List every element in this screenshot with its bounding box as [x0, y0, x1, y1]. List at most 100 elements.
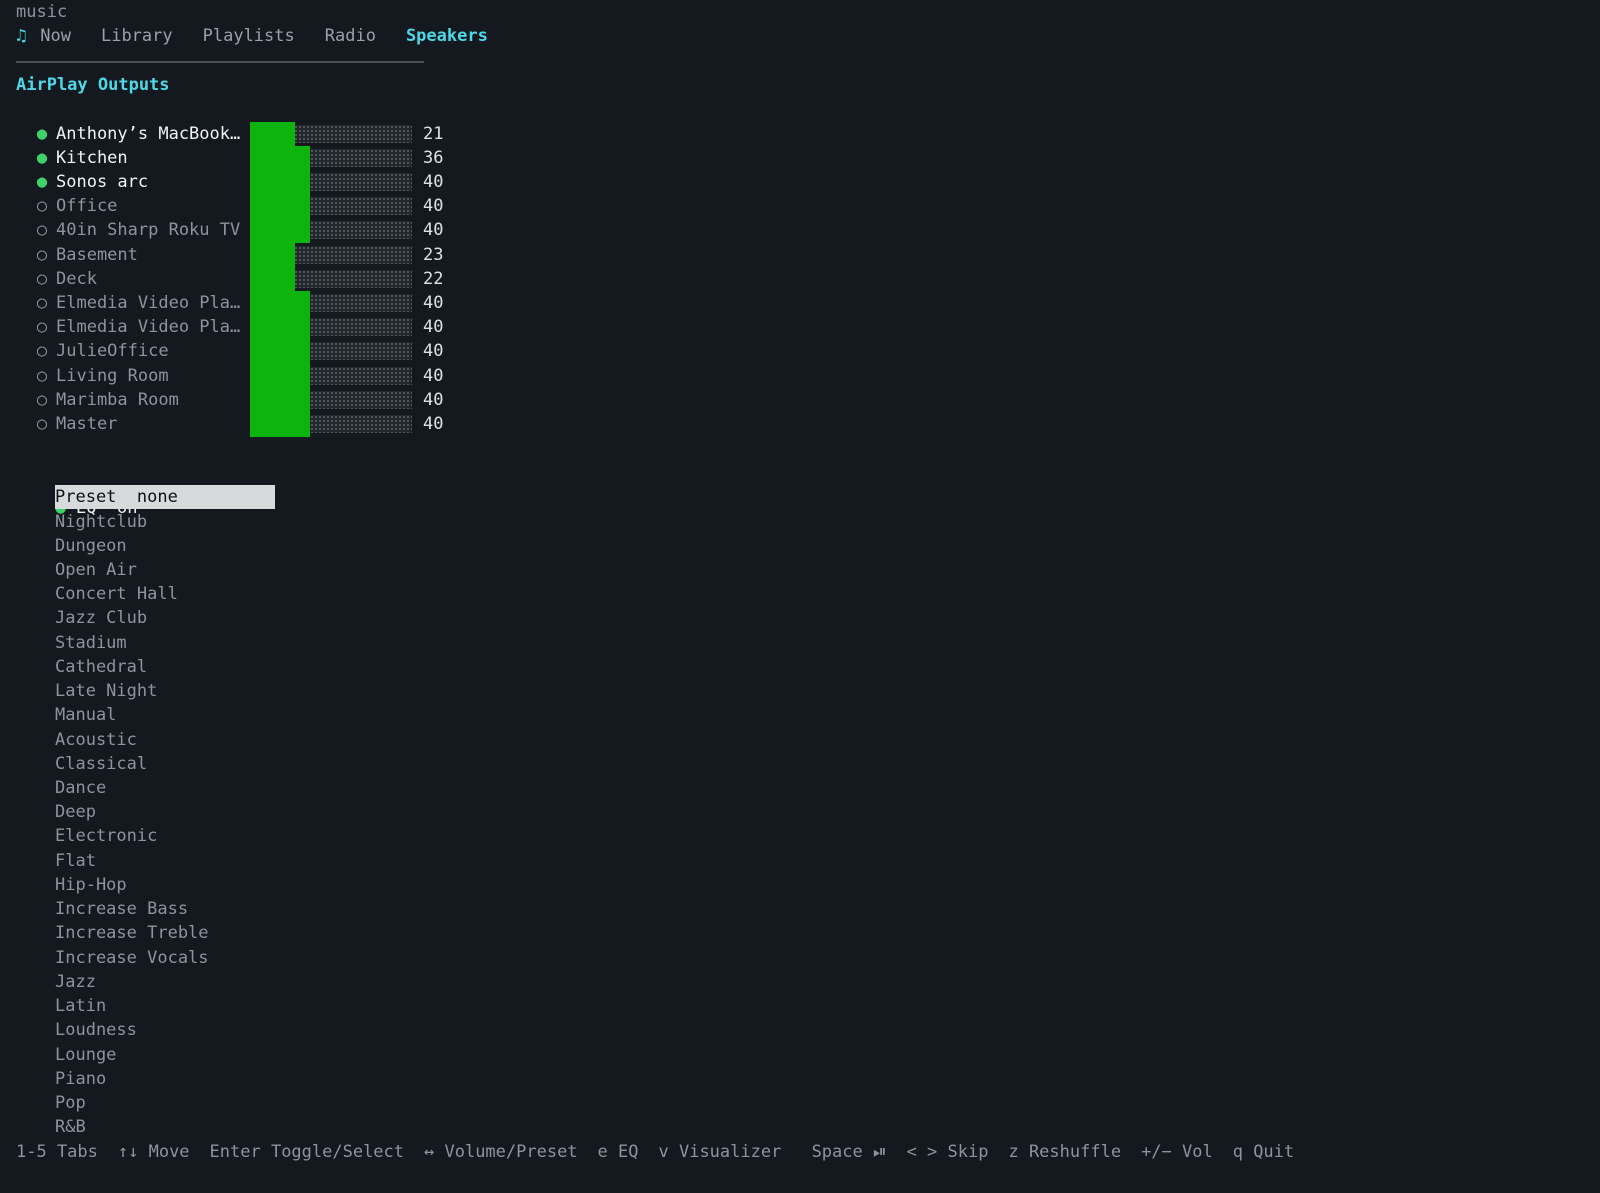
volume-fill	[250, 218, 311, 243]
volume-slider[interactable]	[250, 387, 412, 413]
volume-value: 23	[423, 244, 444, 265]
volume-slider[interactable]	[250, 169, 412, 195]
keybinding-hint: ↑↓ Move	[117, 1142, 190, 1162]
volume-value: 40	[423, 365, 444, 386]
tab-speakers[interactable]: Speakers	[406, 24, 488, 48]
eq-preset-item[interactable]: Late Night	[55, 679, 157, 703]
device-disabled-circle-icon[interactable]: ○	[35, 194, 49, 218]
volume-fill	[250, 194, 311, 219]
eq-preset-item[interactable]: Open Air	[55, 558, 137, 582]
keybinding-hint: v Visualizer	[658, 1142, 792, 1162]
volume-fill	[250, 266, 296, 292]
eq-preset-item[interactable]: Nightclub	[55, 510, 147, 534]
volume-slider[interactable]	[250, 218, 412, 243]
tab-radio[interactable]: Radio	[325, 24, 376, 48]
volume-slider[interactable]	[250, 194, 412, 219]
device-disabled-circle-icon[interactable]: ○	[35, 315, 49, 339]
eq-preset-label: Preset	[55, 487, 117, 507]
keybinding-hint: 1-5 Tabs	[16, 1142, 98, 1162]
volume-slider[interactable]	[250, 145, 412, 171]
device-enabled-dot-icon[interactable]: ●	[35, 146, 49, 170]
device-row[interactable]: ○ JulieOffice 40	[35, 339, 465, 364]
volume-fill	[250, 145, 311, 171]
eq-preset-item[interactable]: Jazz Club	[55, 606, 147, 630]
device-disabled-circle-icon[interactable]: ○	[35, 412, 49, 436]
device-row[interactable]: ○ Master 40	[35, 411, 465, 437]
device-row[interactable]: ○ Marimba Room 40	[35, 387, 465, 413]
device-enabled-dot-icon[interactable]: ●	[35, 122, 49, 146]
device-row[interactable]: ● Kitchen 36	[35, 145, 465, 171]
eq-preset-item[interactable]: Flat	[55, 849, 96, 873]
keybinding-hint: +/− Vol	[1141, 1142, 1213, 1162]
eq-preset-item[interactable]: Hip-Hop	[55, 873, 127, 897]
volume-slider[interactable]	[250, 363, 412, 389]
eq-preset-item[interactable]: Dance	[55, 776, 106, 800]
device-name: Kitchen	[56, 147, 128, 168]
device-row[interactable]: ○ Elmedia Video Pla… 40	[35, 290, 465, 316]
volume-fill	[250, 169, 311, 195]
eq-preset-item[interactable]: Lounge	[55, 1043, 116, 1067]
eq-preset-item[interactable]: Stadium	[55, 631, 127, 655]
device-disabled-circle-icon[interactable]: ○	[35, 243, 49, 267]
eq-preset-item[interactable]: Manual	[55, 703, 116, 727]
device-name: Marimba Room	[56, 389, 179, 410]
device-name: 40in Sharp Roku TV	[56, 220, 241, 241]
eq-preset-item[interactable]: Piano	[55, 1067, 106, 1091]
device-disabled-circle-icon[interactable]: ○	[35, 291, 49, 315]
device-row[interactable]: ○ Deck 22	[35, 266, 465, 292]
eq-preset-item[interactable]: Deep	[55, 800, 96, 824]
device-disabled-circle-icon[interactable]: ○	[35, 339, 49, 363]
eq-preset-item[interactable]: Classical	[55, 752, 147, 776]
device-row[interactable]: ○ Office 40	[35, 194, 465, 219]
keybinding-hint: < > Skip	[906, 1142, 989, 1162]
volume-slider[interactable]	[250, 411, 412, 437]
volume-fill	[250, 339, 311, 364]
volume-slider[interactable]	[250, 242, 412, 268]
device-row[interactable]: ● Anthony’s MacBook… 21	[35, 121, 465, 147]
device-name: Elmedia Video Pla…	[56, 292, 241, 313]
volume-fill	[250, 315, 311, 340]
device-row[interactable]: ○ Living Room 40	[35, 363, 465, 389]
volume-slider[interactable]	[250, 266, 412, 292]
device-disabled-circle-icon[interactable]: ○	[35, 364, 49, 388]
device-row[interactable]: ○ 40in Sharp Roku TV 40	[35, 218, 465, 243]
volume-slider[interactable]	[250, 339, 412, 364]
volume-fill	[250, 387, 311, 413]
volume-value: 40	[423, 413, 444, 434]
eq-preset-item[interactable]: Cathedral	[55, 655, 147, 679]
eq-preset-item[interactable]: Increase Treble	[55, 921, 209, 945]
eq-preset-item[interactable]: Increase Bass	[55, 897, 188, 921]
eq-preset-item[interactable]: Dungeon	[55, 534, 127, 558]
device-disabled-circle-icon[interactable]: ○	[35, 267, 49, 291]
device-name: Deck	[56, 268, 97, 289]
keybinding-hint: e EQ	[597, 1142, 639, 1162]
volume-slider[interactable]	[250, 290, 412, 316]
eq-preset-item[interactable]: Loudness	[55, 1018, 137, 1042]
device-enabled-dot-icon[interactable]: ●	[35, 170, 49, 194]
eq-preset-item[interactable]: Jazz	[55, 970, 96, 994]
eq-preset-item[interactable]: Acoustic	[55, 728, 137, 752]
tab-playlists[interactable]: Playlists	[203, 24, 295, 48]
device-row[interactable]: ○ Elmedia Video Pla… 40	[35, 315, 465, 340]
volume-fill	[250, 242, 296, 268]
tab-now[interactable]: Now	[40, 24, 71, 48]
device-disabled-circle-icon[interactable]: ○	[35, 218, 49, 242]
device-disabled-circle-icon[interactable]: ○	[35, 388, 49, 412]
device-name: Office	[56, 196, 118, 217]
eq-preset-item[interactable]: Electronic	[55, 824, 157, 848]
volume-value: 40	[423, 196, 444, 217]
volume-slider[interactable]	[250, 121, 412, 147]
eq-preset-selector[interactable]: Preset none	[55, 485, 275, 509]
device-name: Master	[56, 413, 118, 434]
eq-preset-item[interactable]: Latin	[55, 994, 106, 1018]
device-name: Anthony’s MacBook…	[56, 123, 241, 144]
volume-slider[interactable]	[250, 315, 412, 340]
tab-library[interactable]: Library	[101, 24, 173, 48]
eq-preset-item[interactable]: Concert Hall	[55, 582, 178, 606]
eq-preset-item[interactable]: Increase Vocals	[55, 946, 209, 970]
device-row[interactable]: ○ Basement 23	[35, 242, 465, 268]
eq-preset-item[interactable]: Pop	[55, 1091, 86, 1115]
eq-preset-item[interactable]: R&B	[55, 1115, 86, 1139]
tab-underline	[16, 61, 424, 63]
device-row[interactable]: ● Sonos arc 40	[35, 169, 465, 195]
